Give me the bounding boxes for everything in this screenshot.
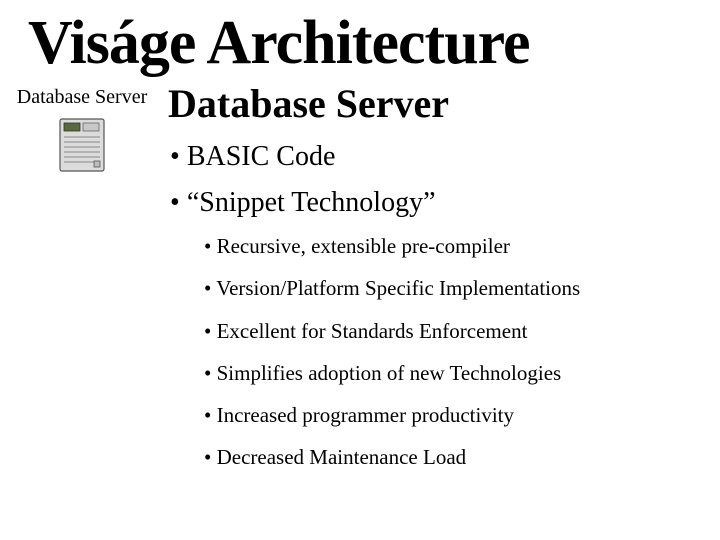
- bullet-text: Decreased Maintenance Load: [217, 445, 467, 469]
- list-item: Simplifies adoption of new Technologies: [204, 360, 710, 386]
- bullet-text: Version/Platform Specific Implementation…: [216, 276, 580, 300]
- left-column: Database Server: [4, 86, 160, 180]
- bullet-text: Recursive, extensible pre-compiler: [217, 234, 510, 258]
- list-item: Excellent for Standards Enforcement: [204, 318, 710, 344]
- server-tower-icon: [58, 115, 106, 180]
- server-label: Database Server: [4, 86, 160, 109]
- list-item: Increased programmer productivity: [204, 402, 710, 428]
- sub-bullet-list: Recursive, extensible pre-compiler Versi…: [204, 233, 710, 471]
- bullet-text: Increased programmer productivity: [217, 403, 514, 427]
- list-item: “Snippet Technology” Recursive, extensib…: [170, 187, 710, 471]
- bullet-text: “Snippet Technology”: [187, 187, 436, 218]
- bullet-list: BASIC Code “Snippet Technology” Recursiv…: [168, 141, 710, 471]
- subheading: Database Server: [168, 80, 710, 127]
- list-item: BASIC Code: [170, 141, 710, 173]
- list-item: Decreased Maintenance Load: [204, 444, 710, 470]
- slide-title: Viságe Architecture: [0, 0, 720, 79]
- bullet-text: Simplifies adoption of new Technologies: [217, 361, 562, 385]
- list-item: Version/Platform Specific Implementation…: [204, 275, 710, 301]
- content-area: Database Server BASIC Code “Snippet Tech…: [168, 80, 710, 487]
- bullet-text: Excellent for Standards Enforcement: [217, 319, 528, 343]
- bullet-text: BASIC Code: [187, 141, 336, 172]
- list-item: Recursive, extensible pre-compiler: [204, 233, 710, 259]
